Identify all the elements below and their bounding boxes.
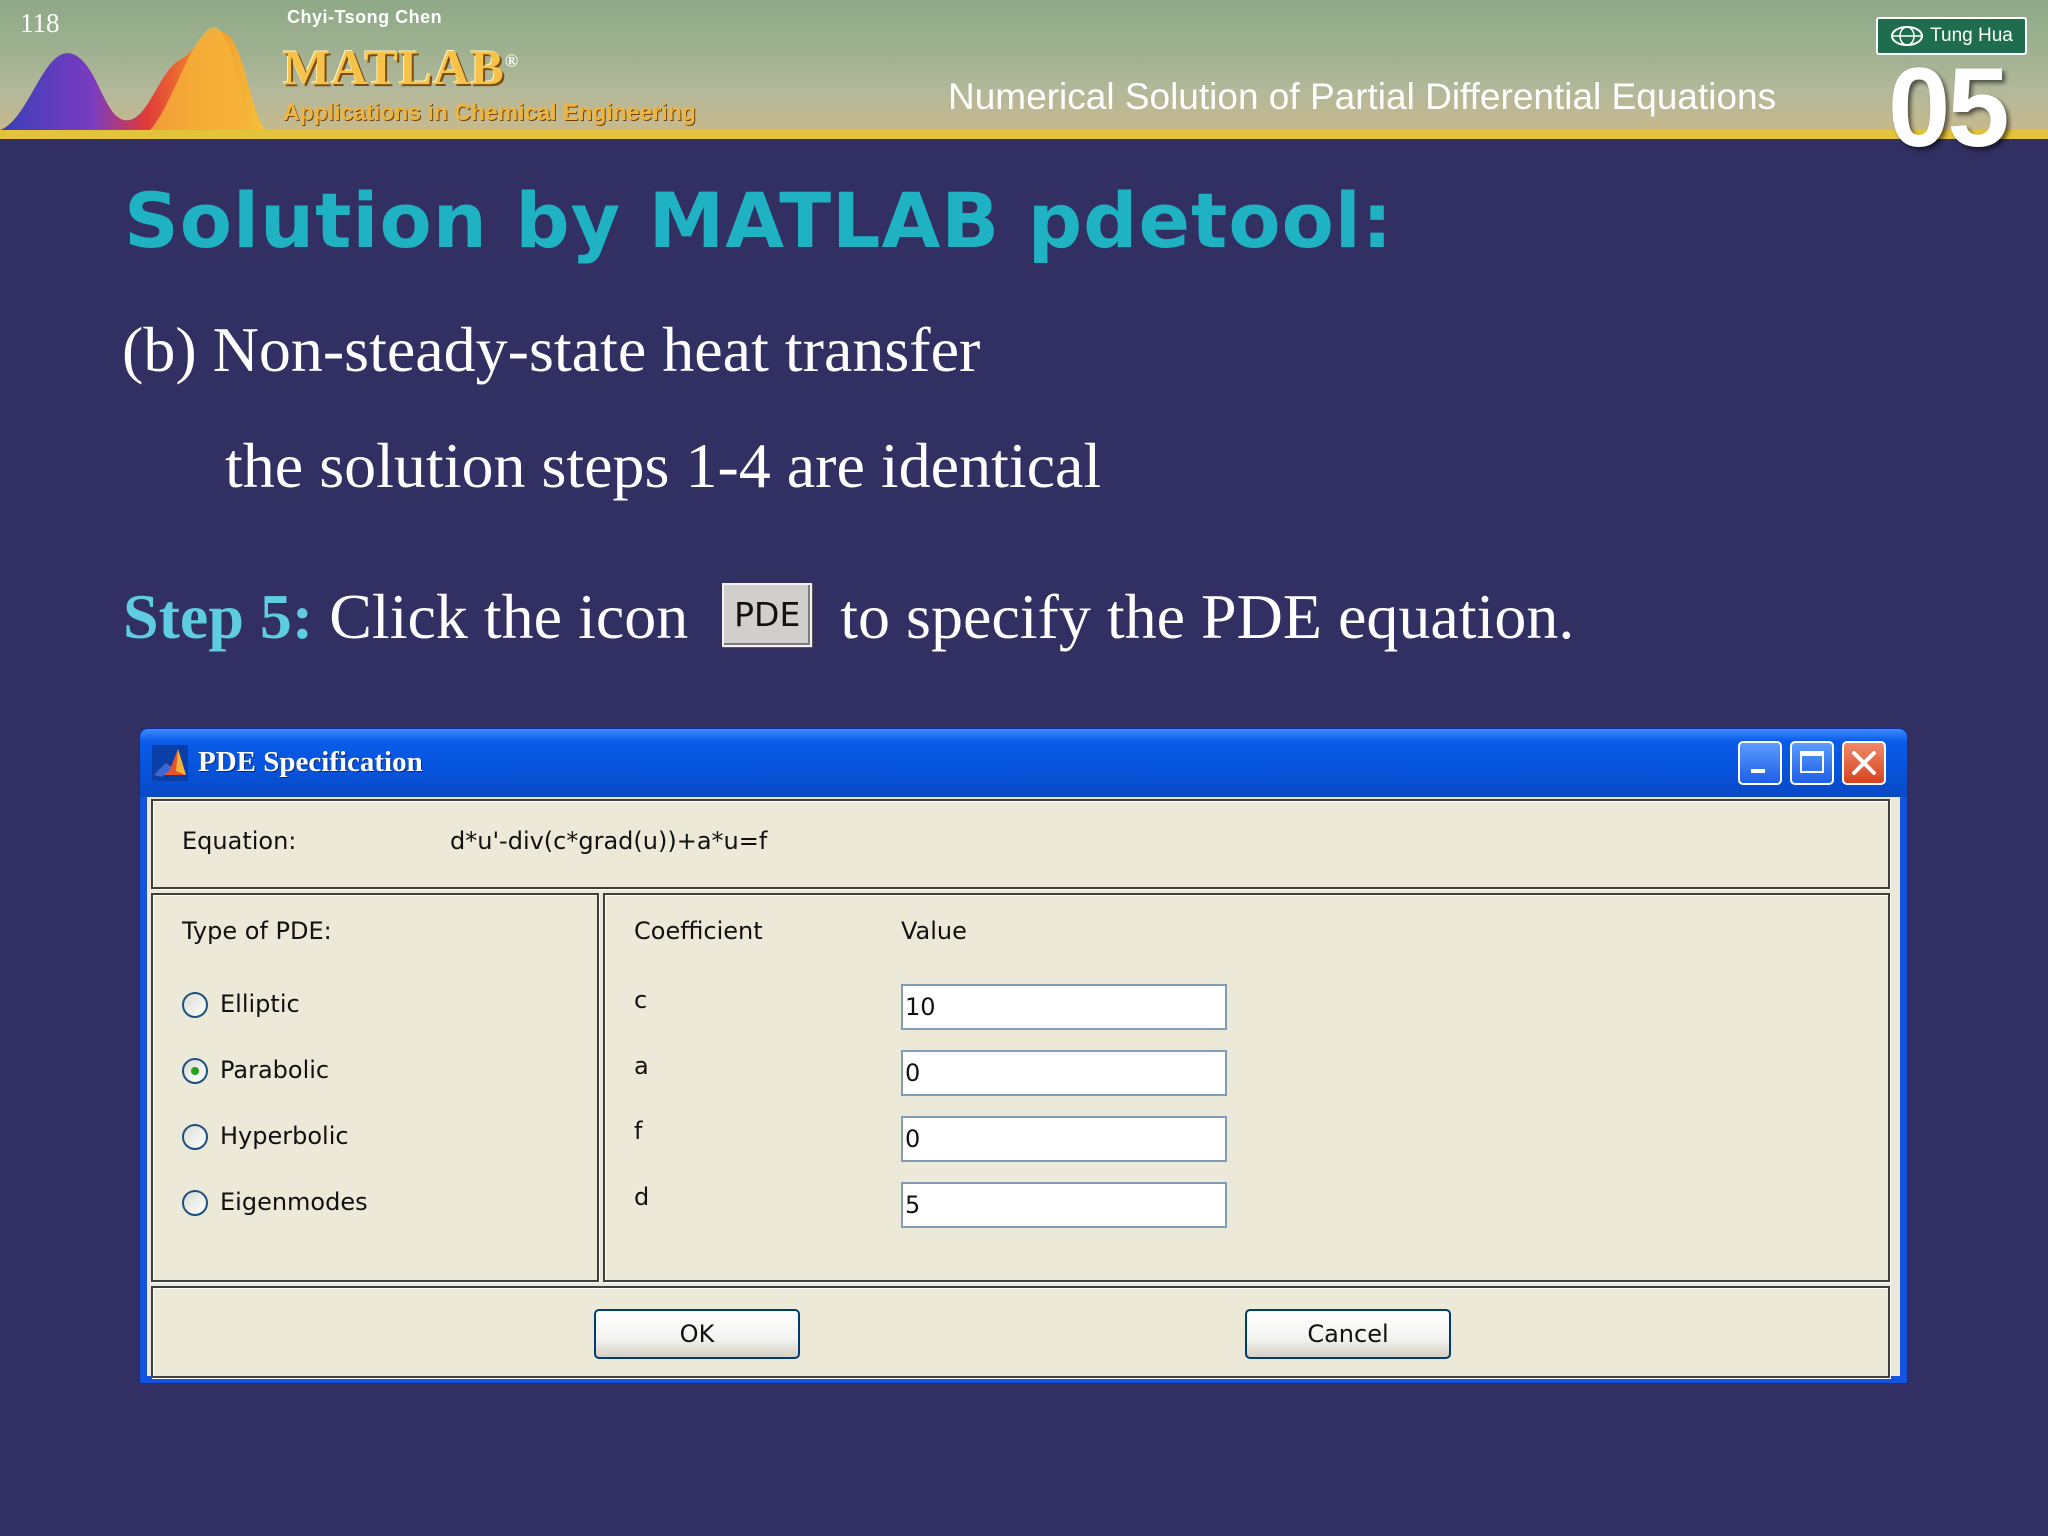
radio-label-hyperbolic[interactable]: Hyperbolic [220,1122,349,1150]
steps-note: the solution steps 1-4 are identical [225,430,1102,501]
step-label: Step 5: [123,581,314,652]
section-heading: (b) Non-steady-state heat transfer [122,314,981,385]
radio-hyperbolic[interactable] [182,1124,208,1150]
equation-label: Equation: [182,827,297,855]
coefficient-name-f: f [634,1117,643,1145]
author-name: Chyi-Tsong Chen [287,7,443,27]
radio-label-parabolic[interactable]: Parabolic [220,1056,329,1084]
window-title: PDE Specification [198,746,423,778]
radio-elliptic[interactable] [182,992,208,1018]
window-titlebar[interactable]: PDE Specification [140,729,1907,797]
coefficient-a-input[interactable] [901,1050,1227,1096]
cancel-button[interactable]: Cancel [1245,1309,1451,1359]
coefficient-header: Coefficient [634,917,763,945]
coefficient-d-input[interactable] [901,1182,1227,1228]
matlab-app-icon [152,745,188,781]
pde-toolbar-icon: PDE [722,583,813,648]
chapter-title: Numerical Solution of Partial Differenti… [948,76,1777,117]
pde-type-panel: Type of PDE: Elliptic Parabolic Hyperbol… [151,893,599,1282]
button-panel: OK Cancel [151,1286,1890,1378]
page-number: 118 [20,8,60,38]
maximize-icon [1800,751,1824,773]
radio-eigenmodes[interactable] [182,1190,208,1216]
publisher-emblem-icon [1891,26,1924,46]
coefficient-name-c: c [634,986,648,1014]
book-subtitle: Applications in Chemical Engineering [283,99,696,125]
publisher-name: Tung Hua [1930,25,2013,46]
slide-title: Solution by MATLAB pdetool: [124,176,1394,265]
close-button[interactable] [1842,741,1886,785]
minimize-icon [1751,769,1765,773]
registered-mark: ® [504,50,520,71]
pde-type-label: Type of PDE: [182,917,332,945]
coefficient-name-d: d [634,1183,650,1211]
step-5-instruction: Step 5: Click the icon PDE to specify the … [123,580,1574,655]
book-brand-text: MATLAB [283,39,505,95]
radio-label-eigenmodes[interactable]: Eigenmodes [220,1188,368,1216]
pde-specification-window: PDE Specification Equation: d*u'-div(c*g… [140,729,1907,1383]
minimize-button[interactable] [1738,741,1782,785]
radio-label-elliptic[interactable]: Elliptic [220,990,300,1018]
step-text-after: to specify the PDE equation. [840,581,1575,652]
ok-button[interactable]: OK [594,1309,800,1359]
slide-header-banner: 118 Chyi-Tsong Chen MATLAB® Applications… [0,0,2048,139]
coefficient-c-input[interactable] [901,984,1227,1030]
dialog-client-area: Equation: d*u'-div(c*grad(u))+a*u=f Type… [147,797,1900,1378]
maximize-button[interactable] [1790,741,1834,785]
equation-value: d*u'-div(c*grad(u))+a*u=f [450,827,768,855]
equation-panel: Equation: d*u'-div(c*grad(u))+a*u=f [151,799,1890,889]
book-brand: MATLAB® [283,38,519,96]
step-text-before: Click the icon [313,581,689,652]
radio-parabolic[interactable] [182,1058,208,1084]
value-header: Value [901,917,967,945]
coefficient-panel: Coefficient Value c a f d [603,893,1890,1282]
close-icon [1852,751,1876,775]
coefficient-name-a: a [634,1052,649,1080]
coefficient-f-input[interactable] [901,1116,1227,1162]
chapter-number: 05 [1888,45,2010,170]
